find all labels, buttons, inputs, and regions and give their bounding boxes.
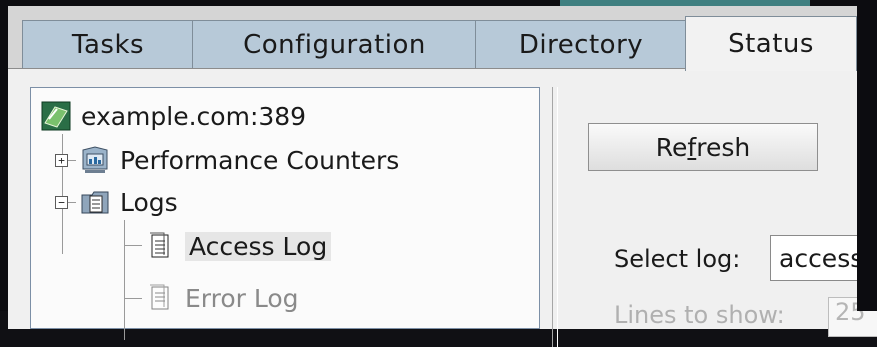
- tab-status-label: Status: [728, 29, 814, 59]
- tab-configuration[interactable]: Configuration: [192, 20, 477, 69]
- window-right-edge: [857, 0, 877, 311]
- lines-to-show-label: Lines to show:: [614, 301, 785, 329]
- monitor-tree[interactable]: example.com:389 + Performance Counters −…: [30, 87, 540, 340]
- collapse-icon[interactable]: −: [55, 195, 68, 209]
- tree-item-logs-label: Logs: [120, 187, 178, 217]
- tree-item-error-log-label: Error Log: [185, 283, 299, 313]
- log-document-icon: [145, 231, 175, 261]
- tab-status[interactable]: Status: [685, 16, 857, 71]
- logs-folder-icon: [80, 187, 110, 217]
- tree-item-access-log-label: Access Log: [185, 231, 332, 261]
- expand-icon[interactable]: +: [55, 153, 68, 167]
- log-document-icon: [145, 283, 175, 313]
- status-content-panel: example.com:389 + Performance Counters −…: [8, 68, 877, 347]
- tree-item-access-log[interactable]: Access Log: [145, 228, 332, 264]
- refresh-button-label: Refresh: [655, 132, 751, 162]
- console-window: Tasks Configuration Directory Status exa…: [8, 6, 877, 347]
- refresh-button[interactable]: Refresh: [588, 123, 818, 171]
- server-icon: [41, 101, 71, 131]
- tab-tasks-label: Tasks: [71, 30, 145, 60]
- tab-directory-label: Directory: [518, 30, 644, 60]
- tab-tasks[interactable]: Tasks: [22, 20, 194, 69]
- monitor-icon: [80, 145, 110, 175]
- tab-bar: Tasks Configuration Directory Status: [8, 6, 877, 71]
- tree-item-logs[interactable]: − Logs: [55, 184, 178, 220]
- tree-item-performance-counters[interactable]: + Performance Counters: [55, 142, 399, 178]
- split-divider[interactable]: [552, 87, 558, 347]
- tab-configuration-label: Configuration: [243, 30, 426, 60]
- tree-connector: [124, 245, 142, 246]
- tree-connector: [124, 298, 142, 299]
- tab-directory[interactable]: Directory: [475, 20, 687, 69]
- select-log-value: access: [779, 243, 864, 273]
- window-left-edge: [0, 0, 8, 311]
- tree-connector: [124, 220, 125, 340]
- tree-item-performance-counters-label: Performance Counters: [120, 145, 400, 175]
- select-log-label: Select log:: [614, 245, 741, 273]
- tree-root-label: example.com:389: [81, 101, 307, 131]
- tree-root[interactable]: example.com:389: [41, 98, 306, 134]
